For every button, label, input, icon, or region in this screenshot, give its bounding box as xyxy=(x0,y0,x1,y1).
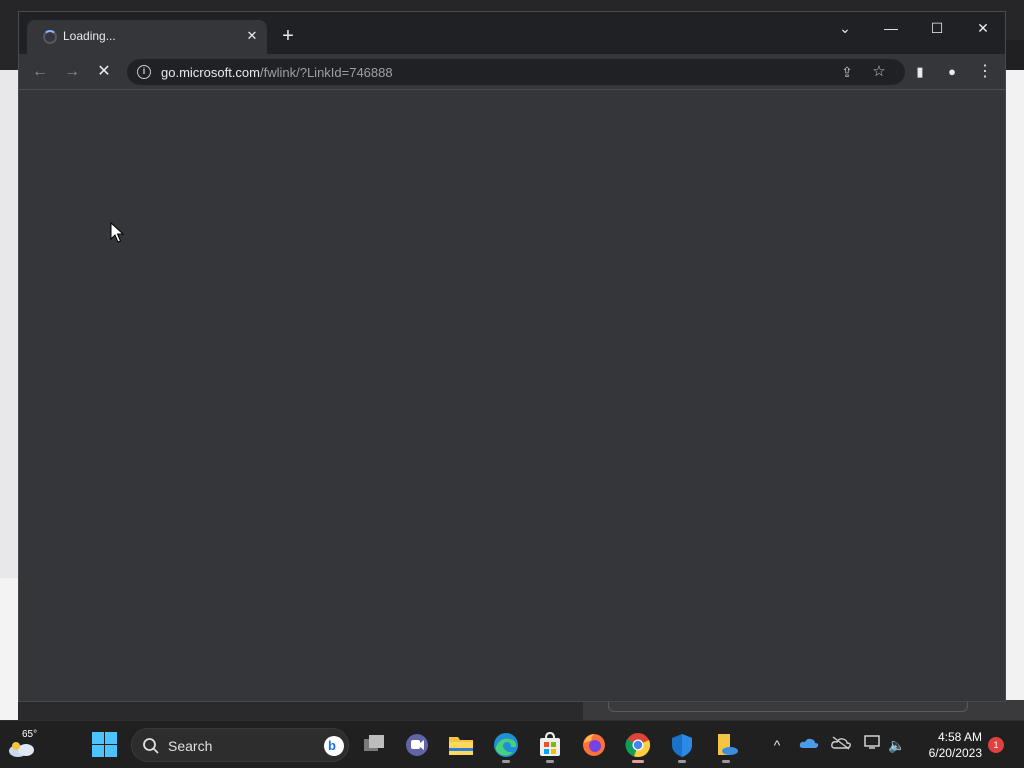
running-indicator xyxy=(502,760,510,763)
profile-button[interactable]: ● xyxy=(938,58,966,86)
address-bar[interactable]: i go.microsoft.com/fwlink/?LinkId=746888… xyxy=(127,59,905,85)
windows-logo-pane-icon xyxy=(105,732,117,744)
onedrive-cloud-icon xyxy=(799,738,819,748)
tab-loading[interactable]: Loading... ✕ xyxy=(27,20,267,54)
weather-widget[interactable]: 65° xyxy=(8,729,42,761)
browser-window: Loading... ✕ + ⌄ — ☐ ✕ ← → ✕ i go.micros… xyxy=(18,11,1006,702)
shield-icon xyxy=(672,734,692,757)
url-host: go.microsoft.com xyxy=(161,65,260,80)
show-hidden-icons-button[interactable]: ^ xyxy=(765,733,789,757)
firefox-button[interactable] xyxy=(578,729,610,761)
url-text[interactable]: go.microsoft.com/fwlink/?LinkId=746888 xyxy=(161,65,393,80)
start-button[interactable] xyxy=(92,732,118,758)
firefox-icon xyxy=(583,734,605,756)
title-bar: Loading... ✕ + ⌄ — ☐ ✕ xyxy=(19,12,1005,54)
tab-title: Loading... xyxy=(63,29,116,43)
running-indicator xyxy=(678,760,686,763)
minimize-button[interactable]: — xyxy=(873,16,909,40)
chat-icon xyxy=(406,734,428,756)
edge-button[interactable] xyxy=(490,729,522,763)
side-panel-button[interactable]: ▮ xyxy=(906,58,934,86)
taskbar: 65° Search b ^ 🔈 4:58 AM 6/20/2023 1 xyxy=(0,720,1024,768)
page-viewport[interactable] xyxy=(19,91,1005,701)
running-indicator xyxy=(546,760,554,763)
background-window-right xyxy=(1005,70,1024,720)
maximize-button[interactable]: ☐ xyxy=(919,16,955,40)
onedrive-offline-tray-icon[interactable] xyxy=(829,733,853,757)
file-explorer-button[interactable] xyxy=(445,729,477,761)
windows-logo-pane-icon xyxy=(92,732,104,744)
folder-icon xyxy=(449,737,473,755)
stop-loading-button[interactable]: ✕ xyxy=(90,58,118,86)
tab-search-dropdown-button[interactable]: ⌄ xyxy=(827,16,863,40)
microsoft-store-button[interactable] xyxy=(534,729,566,763)
background-window-bottom xyxy=(18,700,1024,720)
edge-icon xyxy=(494,733,518,757)
teams-chat-button[interactable] xyxy=(401,729,433,761)
back-button[interactable]: ← xyxy=(26,58,54,86)
notification-badge[interactable]: 1 xyxy=(988,737,1004,753)
task-view-button[interactable] xyxy=(358,729,390,761)
tab-close-button[interactable]: ✕ xyxy=(243,27,261,45)
forward-button[interactable]: → xyxy=(58,58,86,86)
running-indicator xyxy=(722,760,730,763)
store-icon xyxy=(540,731,560,756)
windows-logo-pane-icon xyxy=(105,745,117,757)
clock-date: 6/20/2023 xyxy=(928,746,982,760)
system-clock[interactable]: 4:58 AM 6/20/2023 xyxy=(914,729,982,761)
task-view-icon xyxy=(364,735,384,751)
url-path: /fwlink/?LinkId=746888 xyxy=(259,65,393,80)
site-info-icon[interactable]: i xyxy=(137,65,151,79)
background-window-left-lower xyxy=(0,578,18,720)
cloud-icon xyxy=(9,742,34,757)
bookmark-star-icon[interactable]: ☆ xyxy=(869,63,889,81)
network-icon xyxy=(864,735,880,749)
background-input xyxy=(608,702,968,712)
bing-letter: b xyxy=(328,738,336,753)
close-window-button[interactable]: ✕ xyxy=(965,16,1001,40)
volume-tray-icon[interactable]: 🔈 xyxy=(885,733,909,757)
network-tray-icon[interactable] xyxy=(861,733,885,757)
cloud-folder-icon xyxy=(718,734,738,755)
mouse-cursor-icon xyxy=(110,222,124,243)
onedrive-folder-button[interactable] xyxy=(710,729,742,763)
chrome-button[interactable] xyxy=(622,729,654,763)
menu-button[interactable]: ⋮ xyxy=(971,58,999,86)
cloud-offline-icon xyxy=(831,736,851,750)
active-indicator xyxy=(632,760,644,763)
windows-security-button[interactable] xyxy=(666,729,698,763)
new-tab-button[interactable]: + xyxy=(277,26,299,48)
browser-toolbar: ← → ✕ i go.microsoft.com/fwlink/?LinkId=… xyxy=(19,54,1005,90)
bing-icon[interactable]: b xyxy=(324,736,344,756)
weather-temperature: 65° xyxy=(22,729,38,740)
windows-logo-pane-icon xyxy=(92,745,104,757)
onedrive-tray-icon[interactable] xyxy=(797,733,821,757)
chrome-icon xyxy=(625,733,651,758)
search-label: Search xyxy=(168,738,213,754)
background-window-right-top xyxy=(1005,40,1024,72)
loading-spinner-icon xyxy=(43,30,57,44)
taskbar-search-box[interactable]: Search b xyxy=(131,728,349,762)
clock-time: 4:58 AM xyxy=(937,730,982,744)
search-icon xyxy=(143,738,159,754)
share-icon[interactable]: ⇪ xyxy=(837,63,857,81)
